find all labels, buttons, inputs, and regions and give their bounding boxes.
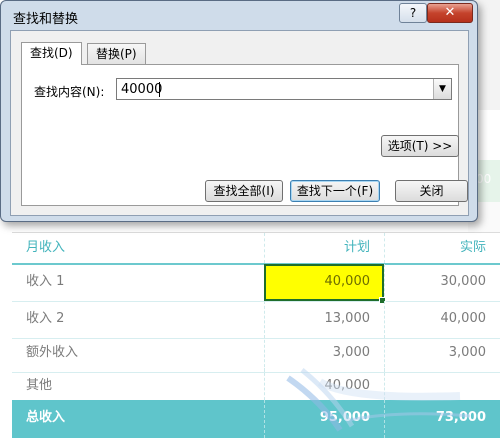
- total-actual[interactable]: 73,000: [384, 400, 500, 438]
- cell-plan[interactable]: 13,000: [264, 301, 384, 338]
- find-next-button[interactable]: 查找下一个(F): [290, 180, 380, 202]
- cell-actual[interactable]: 3,000: [384, 335, 500, 372]
- table-row: 收入 2 13,000 40,000: [12, 301, 500, 339]
- cell-plan[interactable]: 3,000: [264, 335, 384, 372]
- dialog-titlebar[interactable]: 查找和替换 ? ✕: [1, 1, 477, 31]
- header-actual[interactable]: 实际: [384, 233, 500, 263]
- total-row: 总收入 95,000 73,000: [12, 400, 500, 438]
- tab-replace[interactable]: 替换(P): [87, 43, 146, 64]
- help-button[interactable]: ?: [399, 3, 427, 23]
- dialog-title: 查找和替换: [13, 12, 79, 27]
- row-label[interactable]: 额外收入: [12, 335, 264, 372]
- close-button[interactable]: 关闭: [395, 180, 468, 202]
- text-caret: [159, 82, 160, 97]
- dialog-client-area: 查找(D) 替换(P) 查找内容(N): 40000 ▼ 选项(T) >> 查找…: [10, 30, 469, 216]
- find-what-value: 40000: [121, 82, 163, 97]
- row-label[interactable]: 收入 2: [12, 301, 264, 338]
- chevron-down-icon[interactable]: ▼: [433, 79, 451, 99]
- header-plan[interactable]: 计划: [264, 233, 384, 263]
- total-plan[interactable]: 95,000: [264, 400, 384, 438]
- table-row: 收入 1 40,000 30,000: [12, 264, 500, 302]
- total-label[interactable]: 总收入: [12, 400, 264, 438]
- find-replace-dialog: 查找和替换 ? ✕ 查找(D) 替换(P) 查找内容(N): 40000 ▼ 选…: [0, 0, 478, 222]
- selected-cell-plan[interactable]: 40,000: [264, 264, 384, 301]
- partial-cell-text: 00: [476, 172, 492, 186]
- tab-find[interactable]: 查找(D): [21, 42, 82, 65]
- header-month-income[interactable]: 月收入: [12, 233, 264, 263]
- row-label[interactable]: 收入 1: [12, 264, 264, 301]
- options-button[interactable]: 选项(T) >>: [381, 135, 459, 157]
- find-what-input[interactable]: 40000 ▼: [116, 78, 452, 100]
- cell-actual[interactable]: 40,000: [384, 301, 500, 338]
- close-icon[interactable]: ✕: [427, 3, 473, 23]
- find-what-label: 查找内容(N):: [34, 85, 105, 99]
- find-all-button[interactable]: 查找全部(I): [205, 180, 283, 202]
- cell-actual[interactable]: 30,000: [384, 264, 500, 301]
- table-header-row: 月收入 计划 实际: [12, 232, 500, 265]
